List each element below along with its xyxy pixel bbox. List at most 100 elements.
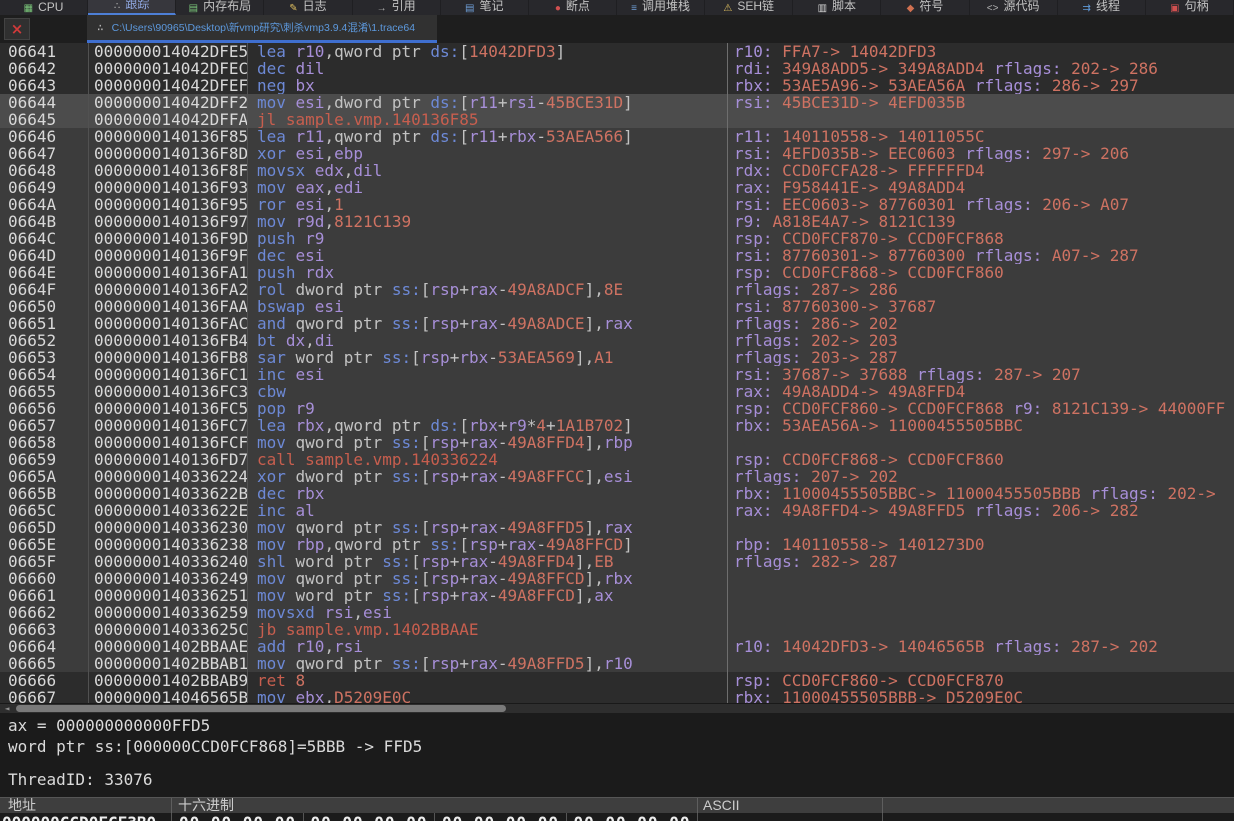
trace-row[interactable]: 0665B 000000014033622B dec rbx rbx: 1100045…	[0, 485, 1234, 502]
trace-row[interactable]: 06658 0000000140136FCF mov qword ptr ss:[r…	[0, 434, 1234, 451]
trace-row[interactable]: 0664B 0000000140136F97 mov r9d,8121C139 r9:…	[0, 213, 1234, 230]
log-pencil-icon: ✎	[289, 3, 298, 14]
trace-row[interactable]: 06644 000000014042DFF2 mov esi,dword ptr d…	[0, 94, 1234, 111]
trace-row[interactable]: 06662 0000000140336259 movsxd rsi,esi	[0, 604, 1234, 621]
trace-index: 06663	[0, 621, 89, 638]
trace-address: 0000000140136FA2	[89, 281, 248, 298]
trace-index: 06646	[0, 128, 89, 145]
trace-registers: rdi: 349A8ADD5-> 349A8ADD4 rflags: 202->…	[734, 60, 1158, 77]
trace-row[interactable]: 06664 00000001402BBAAE add r10,rsi r10: 140…	[0, 638, 1234, 655]
hex-byte-group: 00 00 00 00	[435, 813, 567, 821]
trace-registers: rsi: 37687-> 37688 rflags: 287-> 207	[734, 366, 1081, 383]
tab-log[interactable]: ✎ 日志	[264, 0, 353, 15]
trace-row[interactable]: 06641 000000014042DFE5 lea r10,qword ptr d…	[0, 43, 1234, 60]
tab-references[interactable]: → 引用	[353, 0, 441, 15]
trace-row[interactable]: 0664C 0000000140136F9D push r9 rsp: CCD0FCF…	[0, 230, 1234, 247]
tab-script[interactable]: ▥ 脚本	[793, 0, 882, 15]
trace-row[interactable]: 06665 00000001402BBAB1 mov qword ptr ss:[r…	[0, 655, 1234, 672]
trace-registers: rsi: 87760300-> 37687	[734, 298, 937, 315]
tab-breakpoints[interactable]: ● 断点	[529, 0, 617, 15]
trace-address: 00000001402BBAAE	[89, 638, 248, 655]
trace-row[interactable]: 06653 0000000140136FB8 sar word ptr ss:[rs…	[0, 349, 1234, 366]
trace-disasm: mov qword ptr ss:[rsp+rax-49A8FFD5],rax	[248, 519, 728, 536]
trace-registers	[728, 655, 1234, 672]
tab-source[interactable]: <> 源代码	[970, 0, 1058, 15]
trace-disasm: movsxd rsi,esi	[248, 604, 728, 621]
trace-address: 0000000140136F95	[89, 196, 248, 213]
trace-registers: rsp: CCD0FCF870-> CCD0FCF868	[734, 230, 1004, 247]
trace-row[interactable]: 06650 0000000140136FAA bswap esi rsi: 87760…	[0, 298, 1234, 315]
tab-label: CPU	[38, 0, 64, 14]
tab-threads[interactable]: ⇉ 线程	[1058, 0, 1146, 15]
trace-address: 000000014033622B	[89, 485, 248, 502]
tab-cpu[interactable]: ▦ CPU	[0, 0, 89, 15]
trace-row[interactable]: 0664E 0000000140136FA1 push rdx rsp: CCD0FC…	[0, 264, 1234, 281]
trace-row[interactable]: 06663 000000014033625C jb sample.vmp.1402B…	[0, 621, 1234, 638]
trace-row[interactable]: 0665C 000000014033622E inc al rax: 49A8FFD4…	[0, 502, 1234, 519]
trace-disasm: call sample.vmp.140336224	[248, 451, 728, 468]
trace-row[interactable]: 06660 0000000140336249 mov qword ptr ss:[r…	[0, 570, 1234, 587]
trace-disasm: shl word ptr ss:[rsp+rax-49A8FFD4],EB	[248, 553, 728, 570]
tab-label: 笔记	[479, 0, 504, 13]
trace-row[interactable]: 06648 0000000140136F8F movsx edx,dil rdx: C…	[0, 162, 1234, 179]
tab-notes[interactable]: ▤ 笔记	[441, 0, 529, 15]
trace-row[interactable]: 06647 0000000140136F8D xor esi,ebp rsi: 4EF…	[0, 145, 1234, 162]
trace-row[interactable]: 06666 00000001402BBAB9 ret 8 rsp: CCD0FCF86…	[0, 672, 1234, 689]
trace-registers: rbp: 140110558-> 1401273D0	[734, 536, 985, 553]
trace-address: 0000000140136F85	[89, 128, 248, 145]
tab-seh-chain[interactable]: ⚠ SEH链	[705, 0, 794, 15]
close-trace-button[interactable]: ×	[4, 18, 30, 40]
trace-row[interactable]: 0664A 0000000140136F95 ror esi,1 rsi: EEC06…	[0, 196, 1234, 213]
trace-registers: r9: A818E4A7-> 8121C139	[734, 213, 956, 230]
trace-row[interactable]: 06643 000000014042DFEF neg bx rbx: 53AE5A96…	[0, 77, 1234, 94]
trace-row[interactable]: 06645 000000014042DFFA jl sample.vmp.14013…	[0, 111, 1234, 128]
trace-disasm: mov qword ptr ss:[rsp+rax-49A8FFD4],rbp	[248, 434, 728, 451]
horizontal-scrollbar[interactable]: ◄	[0, 703, 1234, 713]
tab-label: 源代码	[1003, 0, 1040, 13]
trace-row[interactable]: 0665E 0000000140336238 mov rbp,qword ptr s…	[0, 536, 1234, 553]
trace-table[interactable]: 06641 000000014042DFE5 lea r10,qword ptr d…	[0, 43, 1234, 703]
trace-disasm: dec rbx	[248, 485, 728, 502]
trace-row[interactable]: 06649 0000000140136F93 mov eax,edi rax: F95…	[0, 179, 1234, 196]
trace-registers	[728, 111, 1234, 128]
trace-registers: rsi: 87760301-> 87760300 rflags: A07-> 2…	[734, 247, 1139, 264]
tab-symbols[interactable]: ◆ 符号	[881, 0, 970, 15]
trace-address: 0000000140336224	[89, 468, 248, 485]
trace-row[interactable]: 06657 0000000140136FC7 lea rbx,qword ptr d…	[0, 417, 1234, 434]
trace-row[interactable]: 06667 000000014046565B mov ebx,D5209E0C rbx…	[0, 689, 1234, 703]
trace-row[interactable]: 06646 0000000140136F85 lea r11,qword ptr d…	[0, 128, 1234, 145]
trace-row[interactable]: 06661 0000000140336251 mov word ptr ss:[rs…	[0, 587, 1234, 604]
trace-row[interactable]: 06656 0000000140136FC5 pop r9 rsp: CCD0FCF8…	[0, 400, 1234, 417]
scrollbar-thumb[interactable]	[16, 705, 506, 712]
trace-disasm: cbw	[248, 383, 728, 400]
seh-warning-icon: ⚠	[723, 3, 733, 14]
tab-call-stack[interactable]: ≡ 调用堆栈	[617, 0, 706, 15]
trace-row[interactable]: 0664D 0000000140136F9F dec esi rsi: 8776030…	[0, 247, 1234, 264]
trace-row[interactable]: 0665A 0000000140336224 xor dword ptr ss:[r…	[0, 468, 1234, 485]
dump-row[interactable]: 000000CCD0FCF3B0 00 00 00 0000 00 00 000…	[0, 813, 1234, 821]
tab-trace[interactable]: ∴ 跟踪	[88, 0, 177, 15]
scroll-left-arrow-icon[interactable]: ◄	[2, 704, 12, 713]
tab-label: 脚本	[832, 0, 857, 13]
tab-bar: ▦ CPU ∴ 跟踪 ▤ 内存布局 ✎ 日志 → 引用 ▤ 笔记 ● 断点 ≡ 调用堆栈 ⚠ SEH链 ▥ 脚本 ◆ 符号…	[0, 0, 1234, 15]
trace-row[interactable]: 06652 0000000140136FB4 bt dx,di rflags: 202…	[0, 332, 1234, 349]
trace-disasm: mov eax,edi	[248, 179, 728, 196]
trace-row[interactable]: 06651 0000000140136FAC and qword ptr ss:[r…	[0, 315, 1234, 332]
trace-address: 0000000140136FC5	[89, 400, 248, 417]
trace-disasm: xor esi,ebp	[248, 145, 728, 162]
trace-row[interactable]: 06654 0000000140136FC1 inc esi rsi: 37687->…	[0, 366, 1234, 383]
trace-address: 0000000140136FCF	[89, 434, 248, 451]
trace-row[interactable]: 06655 0000000140136FC3 cbw rax: 49A8ADD4-> …	[0, 383, 1234, 400]
trace-disasm: ror esi,1	[248, 196, 728, 213]
tab-handles[interactable]: ▣ 句柄	[1146, 0, 1234, 15]
trace-row[interactable]: 0665D 0000000140336230 mov qword ptr ss:[r…	[0, 519, 1234, 536]
trace-file-tab[interactable]: ∴ C:\Users\90965\Desktop\新vmp研究\刺杀vmp3.9…	[87, 15, 437, 43]
trace-row[interactable]: 0664F 0000000140136FA2 rol dword ptr ss:[r…	[0, 281, 1234, 298]
trace-row[interactable]: 06659 0000000140136FD7 call sample.vmp.140…	[0, 451, 1234, 468]
trace-registers: rsi: 45BCE31D-> 4EFD035B	[734, 94, 966, 111]
trace-disasm: ret 8	[248, 672, 728, 689]
tab-memory-map[interactable]: ▤ 内存布局	[176, 0, 265, 15]
trace-registers: rflags: 207-> 202	[734, 468, 898, 485]
trace-row[interactable]: 06642 000000014042DFEC dec dil rdi: 349A8AD…	[0, 60, 1234, 77]
trace-row[interactable]: 0665F 0000000140336240 shl word ptr ss:[rs…	[0, 553, 1234, 570]
